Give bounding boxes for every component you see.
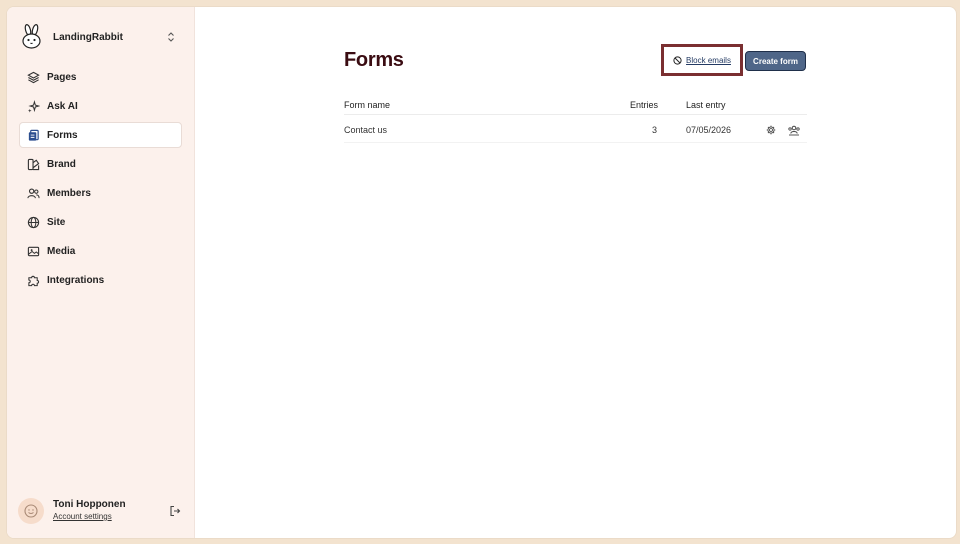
workspace-name: LandingRabbit <box>53 31 123 43</box>
sidebar-item-brand[interactable]: Brand <box>19 151 182 177</box>
sidebar-item-label: Forms <box>47 129 78 141</box>
sidebar-item-forms[interactable]: Forms <box>19 122 182 148</box>
header-entries: Entries <box>630 100 659 110</box>
sidebar-item-pages[interactable]: Pages <box>19 64 182 90</box>
globe-icon <box>26 215 40 229</box>
sidebar-item-label: Pages <box>47 71 77 83</box>
user-name: Toni Hopponen <box>53 499 126 510</box>
main-content: Forms Block emails Create form Form name… <box>195 7 956 538</box>
last-entry-cell: 07/05/2026 <box>686 125 732 135</box>
block-icon <box>673 55 682 65</box>
sidebar-item-label: Ask AI <box>47 100 78 112</box>
app-window: LandingRabbit Pages Ask AI Forms Brand M… <box>7 7 956 538</box>
account-settings-link[interactable]: Account settings <box>53 511 126 523</box>
sidebar-item-integrations[interactable]: Integrations <box>19 267 182 293</box>
sidebar-item-label: Site <box>47 216 66 228</box>
table-header: Form name Entries Last entry <box>344 95 807 115</box>
sparkles-icon <box>26 99 40 113</box>
create-form-button[interactable]: Create form <box>745 51 806 71</box>
block-emails-button[interactable]: Block emails <box>661 44 743 76</box>
sidebar-item-label: Integrations <box>47 274 105 286</box>
sidebar-item-label: Brand <box>47 158 76 170</box>
members-access-icon[interactable] <box>788 124 800 136</box>
image-icon <box>26 244 40 258</box>
chevron-up-down-icon[interactable] <box>165 30 177 44</box>
page-title: Forms <box>344 49 404 71</box>
entries-cell: 3 <box>652 125 658 135</box>
sidebar-item-members[interactable]: Members <box>19 180 182 206</box>
workspace-switcher[interactable]: LandingRabbit <box>7 18 194 56</box>
sidebar-item-label: Members <box>47 187 91 199</box>
user-profile: Toni Hopponen Account settings <box>18 497 186 525</box>
forms-table: Form name Entries Last entry Contact us … <box>344 95 807 143</box>
sidebar-item-media[interactable]: Media <box>19 238 182 264</box>
gear-icon[interactable] <box>765 124 777 136</box>
layers-icon <box>26 70 40 84</box>
sidebar: LandingRabbit Pages Ask AI Forms Brand M… <box>7 7 195 538</box>
forms-icon <box>26 128 40 142</box>
sidebar-item-label: Media <box>47 245 76 257</box>
form-name-cell[interactable]: Contact us <box>344 125 387 135</box>
table-row[interactable]: Contact us 3 07/05/2026 <box>344 115 807 143</box>
sidebar-nav: Pages Ask AI Forms Brand Members Site Me… <box>7 64 194 293</box>
rabbit-logo-icon <box>18 23 46 51</box>
palette-icon <box>26 157 40 171</box>
block-emails-label: Block emails <box>686 55 731 65</box>
header-form-name: Form name <box>344 100 391 110</box>
sidebar-item-site[interactable]: Site <box>19 209 182 235</box>
sidebar-item-ask-ai[interactable]: Ask AI <box>19 93 182 119</box>
avatar[interactable] <box>18 498 44 524</box>
header-last-entry: Last entry <box>686 100 726 110</box>
puzzle-icon <box>26 273 40 287</box>
logout-icon[interactable] <box>168 504 182 518</box>
users-icon <box>26 186 40 200</box>
user-info: Toni Hopponen Account settings <box>53 499 126 523</box>
